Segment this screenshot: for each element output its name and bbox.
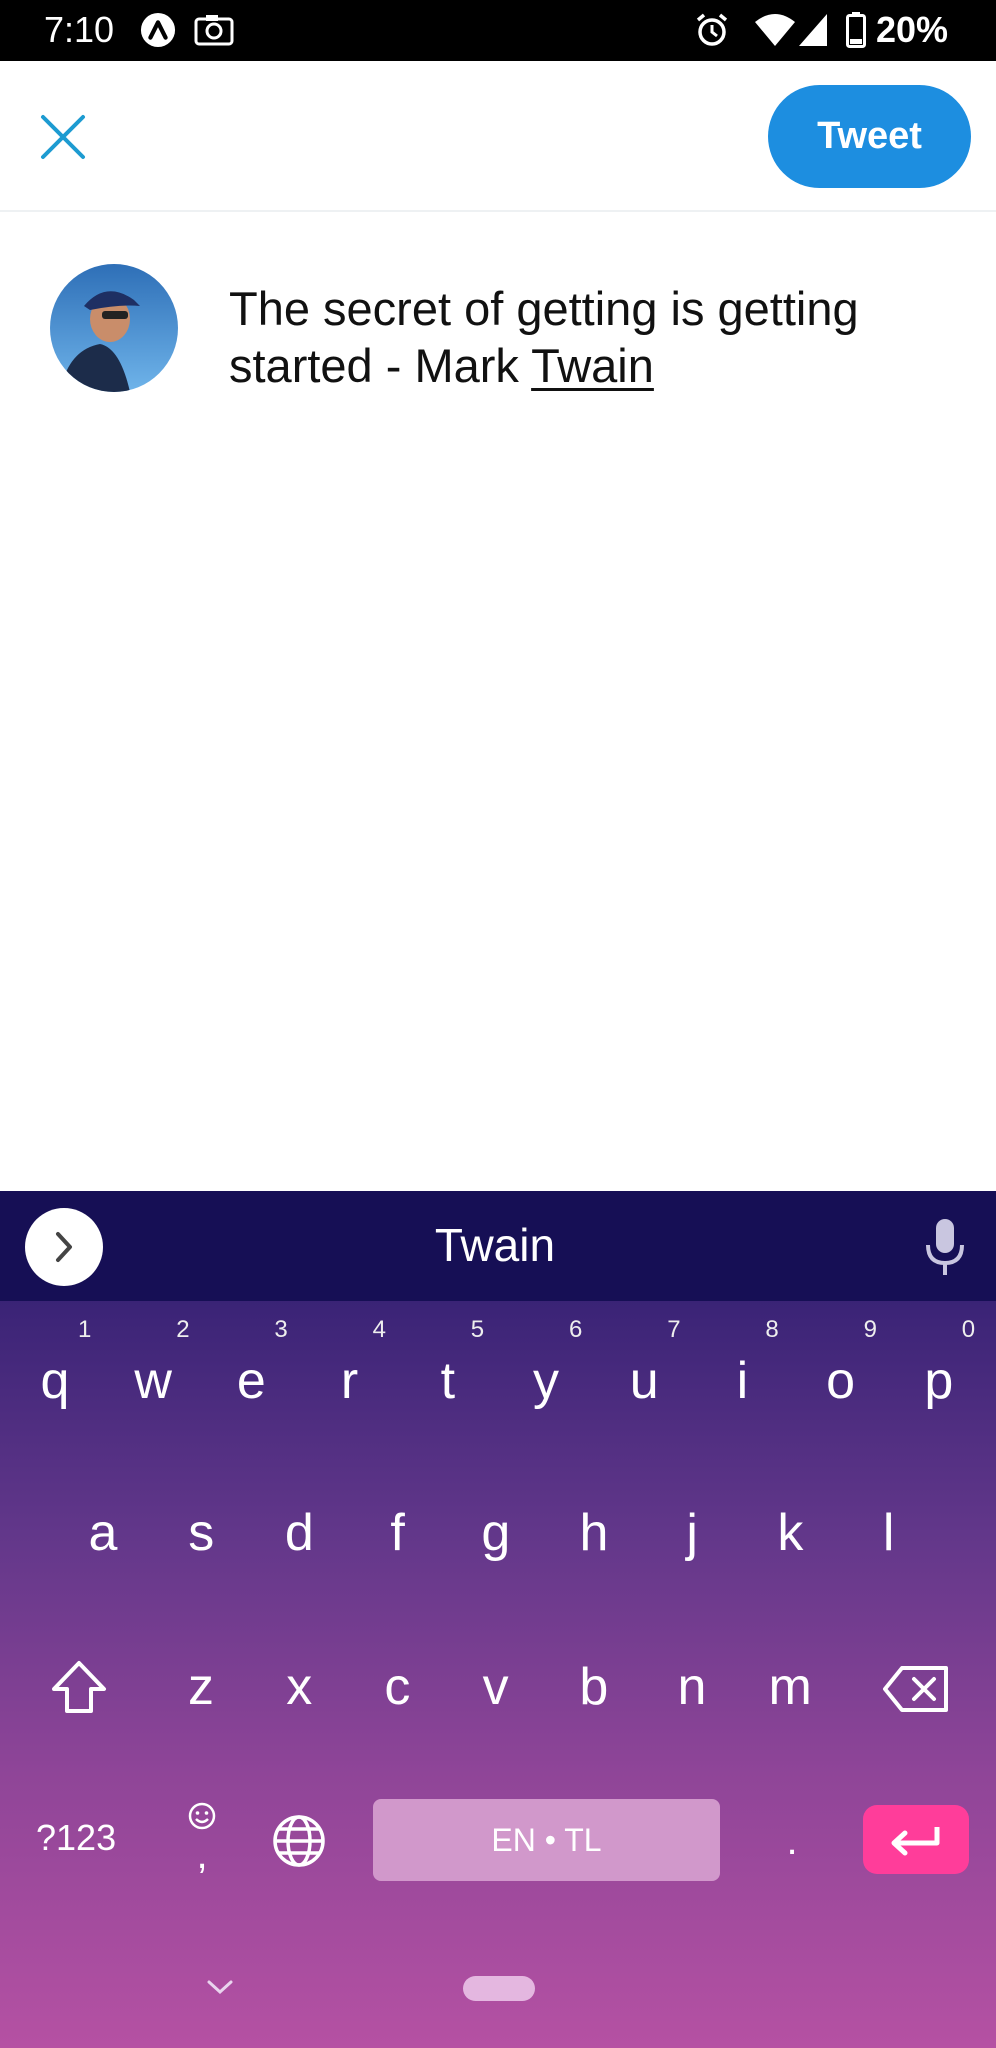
key-c[interactable]: c <box>366 1657 428 1717</box>
key-letter: x <box>286 1658 313 1716</box>
key-g[interactable]: g <box>465 1503 527 1563</box>
period-key[interactable]: . <box>782 1821 802 1861</box>
key-v[interactable]: v <box>465 1657 527 1717</box>
wifi-icon <box>755 14 795 46</box>
key-letter: t <box>440 1352 456 1410</box>
key-a[interactable]: a <box>72 1503 134 1563</box>
key-hint-number: 5 <box>470 1316 485 1343</box>
key-i[interactable]: 8i <box>711 1317 779 1411</box>
key-b[interactable]: b <box>563 1657 625 1717</box>
key-y[interactable]: 6y <box>515 1317 582 1411</box>
key-x[interactable]: x <box>268 1657 330 1717</box>
key-t[interactable]: 5t <box>417 1317 485 1411</box>
shift-key[interactable] <box>50 1659 108 1717</box>
key-letter: m <box>768 1658 812 1716</box>
key-letter: a <box>88 1504 118 1562</box>
key-l[interactable]: l <box>858 1503 920 1563</box>
comma-label: , <box>196 1833 208 1877</box>
key-letter: e <box>236 1352 266 1410</box>
key-j[interactable]: j <box>661 1503 723 1563</box>
key-u[interactable]: 7u <box>613 1317 681 1411</box>
tweet-text-composing-word: Twain <box>531 339 654 392</box>
word-suggestion[interactable]: Twain <box>300 1217 690 1273</box>
key-letter: o <box>826 1352 856 1410</box>
key-letter: u <box>629 1352 659 1410</box>
spacer <box>270 2005 271 2006</box>
key-hint-number: 7 <box>667 1316 681 1343</box>
key-letter: d <box>284 1504 314 1562</box>
key-letter: f <box>390 1504 405 1562</box>
key-letter: l <box>882 1504 895 1562</box>
key-w[interactable]: 2w <box>122 1317 189 1411</box>
key-letter: i <box>736 1352 749 1410</box>
key-o[interactable]: 9o <box>810 1317 877 1411</box>
key-letter: q <box>40 1352 70 1410</box>
key-letter: b <box>579 1658 609 1716</box>
battery-icon <box>846 12 866 48</box>
keyboard-toolbar-expand-button[interactable] <box>25 1208 103 1286</box>
key-hint-number: 4 <box>372 1316 386 1343</box>
close-icon[interactable] <box>38 112 88 162</box>
enter-key[interactable] <box>863 1805 969 1874</box>
tweet-text-input[interactable]: The secret of getting is getting started… <box>229 280 949 394</box>
compose-toolbar: Tweet <box>0 61 996 212</box>
key-hint-number: 9 <box>863 1316 877 1343</box>
key-letter: c <box>384 1658 411 1716</box>
key-letter: r <box>340 1352 359 1410</box>
key-letter: y <box>533 1352 559 1410</box>
key-hint-number: 8 <box>765 1316 779 1343</box>
key-hint-number: 3 <box>274 1316 288 1343</box>
hide-keyboard-chevron-down-icon[interactable] <box>206 1977 234 1997</box>
key-hint-number: 2 <box>176 1316 190 1343</box>
key-e[interactable]: 3e <box>220 1317 288 1411</box>
key-letter: s <box>188 1504 215 1562</box>
symbols-key[interactable]: ?123 <box>36 1816 116 1860</box>
key-k[interactable]: k <box>759 1503 821 1563</box>
signal-icon <box>799 14 827 46</box>
key-hint-number: 1 <box>78 1316 92 1343</box>
key-n[interactable]: n <box>661 1657 723 1717</box>
key-letter: n <box>677 1658 707 1716</box>
key-letter: z <box>188 1658 214 1716</box>
battery-percent: 20% <box>876 9 949 50</box>
alarm-icon <box>696 13 728 46</box>
key-m[interactable]: m <box>759 1657 821 1717</box>
key-letter: h <box>579 1504 609 1562</box>
key-letter: v <box>482 1658 509 1716</box>
emoji-comma-key[interactable]: , <box>185 1801 219 1881</box>
tweet-button[interactable]: Tweet <box>768 85 971 188</box>
emoji-icon <box>188 1802 216 1830</box>
return-icon <box>891 1827 940 1856</box>
space-bar[interactable]: EN • TL <box>373 1799 720 1881</box>
microphone-icon[interactable] <box>920 1217 970 1277</box>
key-letter: w <box>134 1352 172 1410</box>
key-p[interactable]: 0p <box>908 1317 975 1411</box>
key-r[interactable]: 4r <box>319 1317 386 1411</box>
status-bar: 7:10 20% <box>0 0 996 61</box>
key-hint-number: 6 <box>569 1316 583 1343</box>
assistant-a-icon <box>140 12 176 48</box>
key-letter: g <box>481 1504 511 1562</box>
key-q[interactable]: 1q <box>24 1317 92 1411</box>
home-gesture-pill[interactable] <box>463 1976 535 2001</box>
key-letter: p <box>924 1352 954 1410</box>
key-hint-number: 0 <box>961 1316 976 1343</box>
avatar <box>50 264 178 392</box>
backspace-key[interactable] <box>882 1665 950 1713</box>
key-s[interactable]: s <box>170 1503 232 1563</box>
suggestion-bar: Twain <box>0 1191 996 1301</box>
soft-keyboard: Twain 1q2w3e4r5t6y7u8i9o0p asdfghjkl zxc… <box>0 1191 996 2048</box>
key-f[interactable]: f <box>367 1503 429 1563</box>
key-d[interactable]: d <box>268 1503 330 1563</box>
key-h[interactable]: h <box>563 1503 625 1563</box>
status-time: 7:10 <box>44 9 115 50</box>
chevron-right-icon <box>56 1232 72 1262</box>
key-letter: j <box>686 1504 698 1562</box>
globe-icon[interactable] <box>271 1813 327 1869</box>
key-z[interactable]: z <box>170 1657 232 1717</box>
key-letter: k <box>777 1504 804 1562</box>
screenshot-camera-icon <box>194 15 234 46</box>
